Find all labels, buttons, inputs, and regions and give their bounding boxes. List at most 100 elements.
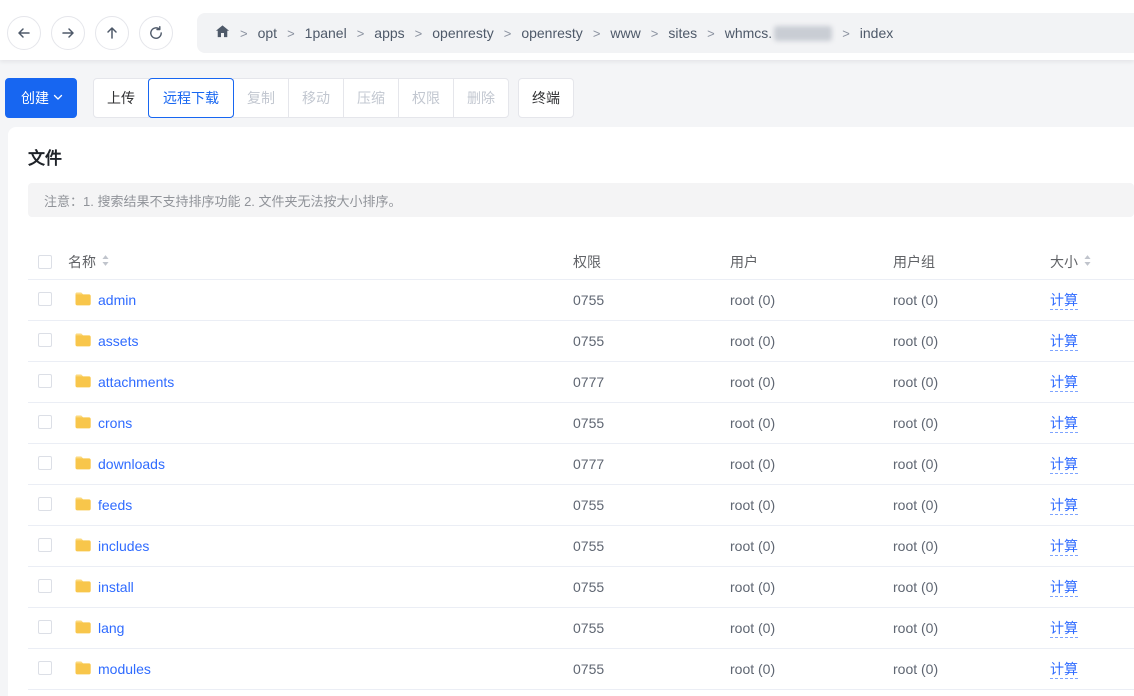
row-checkbox[interactable] <box>38 660 52 675</box>
size-calculate-link[interactable]: 计算 <box>1050 374 1078 392</box>
refresh-button[interactable] <box>139 16 173 50</box>
file-name-link[interactable]: attachments <box>98 374 174 390</box>
row-checkbox[interactable] <box>38 537 52 552</box>
forward-button[interactable] <box>51 16 85 50</box>
row-checkbox[interactable] <box>38 496 52 511</box>
permission-value: 0777 <box>573 456 605 472</box>
permission-button: 权限 <box>398 78 454 118</box>
file-name-link[interactable]: downloads <box>98 456 165 472</box>
size-calculate-link[interactable]: 计算 <box>1050 292 1078 310</box>
table-row: modules 0755 root (0) root (0) 计算 <box>28 649 1134 690</box>
table-row: install 0755 root (0) root (0) 计算 <box>28 567 1134 608</box>
row-checkbox[interactable] <box>38 414 52 429</box>
breadcrumb-item[interactable]: sites <box>668 25 697 41</box>
breadcrumb-item[interactable]: openresty <box>521 25 582 41</box>
size-calculate-link[interactable]: 计算 <box>1050 497 1078 515</box>
group-value: root (0) <box>893 292 939 308</box>
size-calculate-link[interactable]: 计算 <box>1050 538 1078 556</box>
user-value: root (0) <box>730 661 776 677</box>
row-checkbox[interactable] <box>38 455 52 470</box>
breadcrumb-item[interactable]: 1panel <box>305 25 347 41</box>
file-name-link[interactable]: modules <box>98 661 151 677</box>
notice-text: 注意：1. 搜索结果不支持排序功能 2. 文件夹无法按大小排序。 <box>44 193 402 209</box>
create-button[interactable]: 创建 <box>5 78 77 118</box>
permission-value: 0755 <box>573 579 605 595</box>
breadcrumb-home[interactable] <box>215 24 230 42</box>
group-value: root (0) <box>893 415 939 431</box>
header-name-sort[interactable]: 名称 <box>68 252 573 272</box>
row-checkbox[interactable] <box>38 291 52 306</box>
breadcrumb-item[interactable]: opt <box>258 25 277 41</box>
permission-value: 0755 <box>573 333 605 349</box>
header-mode-label: 权限 <box>573 253 601 270</box>
breadcrumb-separator: > <box>503 25 512 41</box>
size-calculate-link[interactable]: 计算 <box>1050 579 1078 597</box>
row-checkbox[interactable] <box>38 332 52 347</box>
size-calculate-link[interactable]: 计算 <box>1050 415 1078 433</box>
breadcrumb-item[interactable]: index <box>860 25 893 41</box>
table-header-row: 名称 权限 用户 用户组 大小 <box>28 244 1134 280</box>
group-value: root (0) <box>893 456 939 472</box>
breadcrumb-item[interactable]: openresty <box>432 25 493 41</box>
user-value: root (0) <box>730 374 776 390</box>
breadcrumb-separator: > <box>240 25 248 41</box>
breadcrumb-separator: > <box>287 25 295 41</box>
header-size-sort[interactable]: 大小 <box>1050 252 1134 272</box>
file-name-link[interactable]: lang <box>98 620 124 636</box>
breadcrumb-separator: > <box>707 25 715 41</box>
up-button[interactable] <box>95 16 129 50</box>
group-value: root (0) <box>893 497 939 513</box>
arrow-left-icon <box>16 25 32 41</box>
header-mode: 权限 <box>573 252 730 272</box>
breadcrumb-separator: > <box>356 25 365 41</box>
row-checkbox[interactable] <box>38 578 52 593</box>
breadcrumb-separator: > <box>592 25 601 41</box>
row-checkbox[interactable] <box>38 619 52 634</box>
table-row: admin 0755 root (0) root (0) 计算 <box>28 280 1134 321</box>
group-value: root (0) <box>893 333 939 349</box>
remote-download-button[interactable]: 远程下载 <box>148 78 234 118</box>
redacted-text <box>774 25 833 41</box>
arrow-right-icon <box>60 25 76 41</box>
header-user-label: 用户 <box>730 253 758 270</box>
permission-value: 0755 <box>573 620 605 636</box>
file-name-link[interactable]: feeds <box>98 497 132 513</box>
breadcrumb-item[interactable]: apps <box>374 25 404 41</box>
user-value: root (0) <box>730 333 776 349</box>
file-action-group: 上传 远程下载 复制 移动 压缩 权限 删除 <box>93 78 509 118</box>
file-name-link[interactable]: install <box>98 579 134 595</box>
file-name-link[interactable]: admin <box>98 292 136 308</box>
file-name-link[interactable]: includes <box>98 538 149 554</box>
copy-button: 复制 <box>233 78 289 118</box>
page-title: 文件 <box>28 149 62 168</box>
breadcrumb-item[interactable]: whmcs. <box>725 25 833 41</box>
header-group: 用户组 <box>893 252 1050 272</box>
size-calculate-link[interactable]: 计算 <box>1050 456 1078 474</box>
header-group-label: 用户组 <box>893 253 935 270</box>
folder-icon <box>74 414 92 433</box>
size-calculate-link[interactable]: 计算 <box>1050 620 1078 638</box>
user-value: root (0) <box>730 292 776 308</box>
sort-caret-icon <box>1083 254 1092 270</box>
table-row: includes 0755 root (0) root (0) 计算 <box>28 526 1134 567</box>
folder-icon <box>74 578 92 597</box>
upload-button[interactable]: 上传 <box>93 78 149 118</box>
breadcrumb-item[interactable]: www <box>610 25 640 41</box>
header-name-label: 名称 <box>68 253 96 270</box>
back-button[interactable] <box>7 16 41 50</box>
file-name-link[interactable]: assets <box>98 333 138 349</box>
user-value: root (0) <box>730 620 776 636</box>
file-name-link[interactable]: crons <box>98 415 132 431</box>
table-row: crons 0755 root (0) root (0) 计算 <box>28 403 1134 444</box>
size-calculate-link[interactable]: 计算 <box>1050 661 1078 679</box>
row-checkbox[interactable] <box>38 373 52 388</box>
header-size-label: 大小 <box>1050 253 1078 270</box>
terminal-button[interactable]: 终端 <box>518 78 574 118</box>
group-value: root (0) <box>893 579 939 595</box>
file-manager-card: 文件 注意：1. 搜索结果不支持排序功能 2. 文件夹无法按大小排序。 名称 权… <box>8 127 1134 696</box>
refresh-icon <box>148 25 164 41</box>
table-row: downloads 0777 root (0) root (0) 计算 <box>28 444 1134 485</box>
size-calculate-link[interactable]: 计算 <box>1050 333 1078 351</box>
select-all-checkbox[interactable] <box>38 254 52 269</box>
folder-icon <box>74 332 92 351</box>
